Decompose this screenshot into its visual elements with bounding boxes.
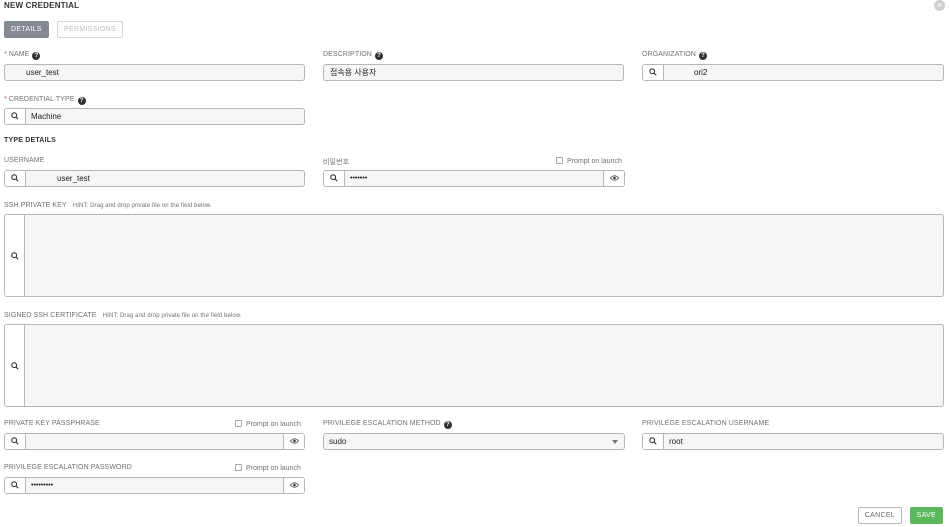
search-icon [330, 174, 338, 182]
search-icon [11, 112, 19, 120]
chevron-down-icon [612, 440, 618, 444]
passphrase-prompt-checkbox[interactable]: Prompt on launch [235, 420, 301, 428]
ssh-private-key-search-button[interactable] [5, 215, 25, 296]
search-icon [11, 174, 19, 182]
ssh-private-key-label: SSH PRIVATE KEY HINT: Drag and drop priv… [4, 202, 212, 209]
privilege-escalation-password-label: PRIVILEGE ESCALATION PASSWORD [4, 464, 132, 471]
private-key-passphrase-label: PRIVATE KEY PASSPHRASE [4, 420, 100, 427]
save-button[interactable]: SAVE [909, 507, 943, 524]
modal-title: NEW CREDENTIAL [4, 1, 80, 10]
password-search-button[interactable] [324, 171, 345, 186]
organization-search-button[interactable] [643, 65, 664, 80]
escalation-username-search-button[interactable] [643, 434, 664, 449]
checkbox[interactable] [235, 464, 242, 471]
search-icon [11, 481, 19, 489]
privilege-escalation-username-input[interactable]: root [642, 433, 944, 450]
search-icon [649, 68, 657, 76]
prompt-label: Prompt on launch [246, 465, 301, 472]
type-details-title: TYPE DETAILS [4, 137, 57, 144]
tab-details[interactable]: DETAILS [4, 21, 49, 38]
close-icon[interactable]: × [934, 0, 945, 11]
privilege-escalation-method-label: PRIVILEGE ESCALATION METHOD? [323, 420, 452, 429]
private-key-passphrase-input[interactable] [4, 433, 305, 450]
search-icon [11, 361, 19, 370]
privilege-escalation-username-value: root [669, 437, 683, 446]
checkbox[interactable] [235, 420, 242, 427]
description-value: 접속용 사용자 [330, 68, 377, 77]
prompt-label: Prompt on launch [246, 421, 301, 428]
privilege-escalation-password-input[interactable]: ••••••••• [4, 477, 305, 494]
organization-label-text: ORGANIZATION [642, 51, 696, 58]
passphrase-toggle-button[interactable] [283, 434, 304, 449]
required-asterisk: * [4, 96, 7, 103]
password-input[interactable]: ••••••• [323, 170, 625, 187]
signed-ssh-certificate-search-button[interactable] [5, 325, 25, 406]
description-label-text: DESCRIPTION [323, 51, 372, 58]
username-search-button[interactable] [5, 171, 26, 186]
search-icon [649, 437, 657, 445]
credential-type-label: * CREDENTIAL TYPE? [4, 96, 86, 105]
passphrase-search-button[interactable] [5, 434, 26, 449]
cancel-button[interactable]: CANCEL [857, 507, 902, 524]
signed-ssh-certificate-label: SIGNED SSH CERTIFICATE HINT: Drag and dr… [4, 312, 242, 319]
privilege-escalation-method-value: sudo [329, 437, 347, 446]
organization-label: ORGANIZATION? [642, 51, 707, 60]
escalation-password-search-button[interactable] [5, 478, 26, 493]
username-value: user_test [57, 174, 90, 183]
question-circle-icon[interactable]: ? [32, 52, 41, 60]
privilege-escalation-method-select[interactable]: sudo [323, 433, 625, 450]
prompt-label: Prompt on launch [567, 158, 622, 165]
credential-type-value: Machine [31, 112, 62, 121]
organization-input[interactable]: ori2 [642, 64, 944, 81]
name-label-text: NAME [8, 51, 30, 58]
question-circle-icon[interactable]: ? [77, 97, 86, 105]
question-circle-icon[interactable]: ? [698, 52, 707, 60]
signed-ssh-certificate-textarea[interactable] [4, 324, 944, 407]
signed-ssh-certificate-hint: HINT: Drag and drop private file on the … [102, 313, 242, 319]
password-label: 비밀번호 [323, 159, 350, 166]
credential-type-input[interactable]: Machine [4, 108, 305, 125]
signed-ssh-certificate-label-text: SIGNED SSH CERTIFICATE [4, 312, 97, 319]
required-asterisk: * [4, 51, 7, 58]
search-icon [11, 251, 19, 260]
search-icon [11, 437, 19, 445]
username-input[interactable]: user_test [4, 170, 305, 187]
question-circle-icon[interactable]: ? [374, 52, 383, 60]
ssh-private-key-textarea[interactable] [4, 214, 944, 297]
ssh-private-key-label-text: SSH PRIVATE KEY [4, 202, 67, 209]
password-value: ••••••• [350, 175, 368, 182]
ssh-private-key-hint: HINT: Drag and drop private file on the … [72, 203, 212, 209]
name-input[interactable]: user_test [4, 64, 305, 81]
tab-permissions[interactable]: PERMISSIONS [57, 21, 123, 38]
eye-icon [609, 175, 619, 181]
name-value: user_test [26, 68, 59, 77]
name-label: * NAME? [4, 51, 41, 60]
organization-value: ori2 [694, 68, 708, 77]
password-prompt-checkbox[interactable]: Prompt on launch [556, 157, 622, 165]
question-circle-icon[interactable]: ? [443, 421, 452, 429]
checkbox[interactable] [556, 157, 563, 164]
privilege-escalation-username-label: PRIVILEGE ESCALATION USERNAME [642, 420, 770, 427]
eye-icon [289, 438, 299, 444]
escalation-password-toggle-button[interactable] [283, 478, 304, 493]
description-input[interactable]: 접속용 사용자 [323, 64, 624, 81]
password-toggle-button[interactable] [603, 171, 624, 186]
credential-type-search-button[interactable] [5, 109, 26, 124]
username-label: USERNAME [4, 157, 45, 164]
privilege-escalation-password-value: ••••••••• [31, 482, 54, 489]
description-label: DESCRIPTION? [323, 51, 383, 60]
privilege-escalation-method-label-text: PRIVILEGE ESCALATION METHOD [323, 420, 441, 427]
credential-type-label-text: CREDENTIAL TYPE [8, 96, 75, 103]
eye-icon [289, 482, 299, 488]
escalation-password-prompt-checkbox[interactable]: Prompt on launch [235, 464, 301, 472]
